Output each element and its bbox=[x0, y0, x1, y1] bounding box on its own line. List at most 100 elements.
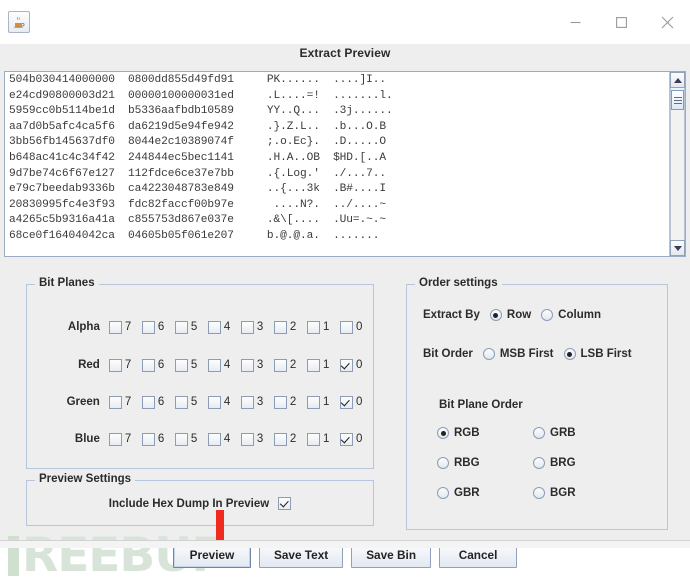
radio-label: RBG bbox=[454, 457, 480, 469]
checkbox-blue-bit-5[interactable] bbox=[174, 432, 188, 446]
maximize-icon[interactable] bbox=[598, 0, 644, 44]
checkbox-green-bit-6[interactable] bbox=[141, 395, 155, 409]
bit-number-label: 4 bbox=[223, 359, 231, 371]
close-icon[interactable] bbox=[644, 0, 690, 44]
checkbox-green-bit-5[interactable] bbox=[174, 395, 188, 409]
checkbox-red-bit-4[interactable] bbox=[207, 358, 221, 372]
checkbox-alpha-bit-5[interactable] bbox=[174, 320, 188, 334]
window-title-bar bbox=[0, 0, 690, 45]
preview-settings-group: Preview Settings Include Hex Dump In Pre… bbox=[26, 473, 374, 526]
hex-dump-line: 504b030414000000 0800dd855d49fd91 PK....… bbox=[9, 74, 386, 86]
radio-indicator bbox=[437, 427, 449, 439]
radio-bit-plane-order-rgb[interactable]: RGB bbox=[437, 427, 480, 439]
radio-indicator bbox=[563, 348, 576, 360]
bit-number-label: 6 bbox=[157, 396, 165, 408]
bit-plane-cell: 6 bbox=[141, 432, 175, 446]
hex-dump-line: b648ac41c4c34f42 244844ec5bec1141 .H.A..… bbox=[9, 151, 386, 164]
bit-number-label: 0 bbox=[355, 321, 363, 333]
bit-order-label: Bit Order bbox=[423, 348, 473, 360]
bit-plane-cell: 1 bbox=[306, 358, 340, 372]
extract-by-row: Extract By Row Column bbox=[423, 309, 601, 321]
bit-number-label: 1 bbox=[322, 359, 330, 371]
bit-plane-cell: 2 bbox=[273, 358, 307, 372]
checkbox-red-bit-2[interactable] bbox=[273, 358, 287, 372]
bit-plane-cell: 5 bbox=[174, 395, 208, 409]
bit-number-label: 0 bbox=[355, 433, 363, 445]
order-settings-group-title: Order settings bbox=[415, 277, 502, 289]
checkbox-red-bit-7[interactable] bbox=[108, 358, 122, 372]
bit-plane-row-label: Green bbox=[66, 396, 100, 408]
radio-indicator bbox=[437, 487, 449, 499]
bit-plane-cell: 5 bbox=[174, 432, 208, 446]
scrollbar-track[interactable] bbox=[670, 88, 685, 256]
minimize-icon[interactable] bbox=[552, 0, 598, 44]
checkbox-alpha-bit-1[interactable] bbox=[306, 320, 320, 334]
extract-preview-dialog: Extract Preview 504b030414000000 0800dd8… bbox=[0, 44, 690, 579]
checkbox-blue-bit-6[interactable] bbox=[141, 432, 155, 446]
bit-plane-cell: 0 bbox=[339, 358, 373, 372]
checkbox-alpha-bit-3[interactable] bbox=[240, 320, 254, 334]
checkbox-alpha-bit-2[interactable] bbox=[273, 320, 287, 334]
include-hex-dump-checkbox[interactable] bbox=[278, 497, 292, 510]
bit-number-label: 3 bbox=[256, 433, 264, 445]
bit-number-label: 2 bbox=[289, 396, 297, 408]
radio-bit-plane-order-grb[interactable]: GRB bbox=[533, 427, 576, 439]
scrollbar-thumb[interactable] bbox=[671, 90, 684, 110]
radio-bit-order-msb-first[interactable]: MSB First bbox=[482, 348, 554, 360]
checkbox-green-bit-4[interactable] bbox=[207, 395, 221, 409]
scroll-down-icon[interactable] bbox=[670, 240, 685, 256]
hex-dump-line: 5959cc0b5114be1d b5336aafbdb10589 YY..Q.… bbox=[9, 105, 393, 118]
bit-plane-cell: 6 bbox=[141, 395, 175, 409]
checkbox-green-bit-1[interactable] bbox=[306, 395, 320, 409]
bit-number-label: 3 bbox=[256, 321, 264, 333]
checkbox-red-bit-6[interactable] bbox=[141, 358, 155, 372]
bit-plane-cell: 4 bbox=[207, 395, 241, 409]
radio-bit-plane-order-brg[interactable]: BRG bbox=[533, 457, 576, 469]
radio-bit-order-lsb-first[interactable]: LSB First bbox=[563, 348, 632, 360]
checkbox-blue-bit-3[interactable] bbox=[240, 432, 254, 446]
checkbox-blue-bit-2[interactable] bbox=[273, 432, 287, 446]
hex-dump-scrollbar[interactable] bbox=[669, 72, 685, 256]
bit-plane-row-alpha: Alpha 7 6 5 4 3 2 1 0 bbox=[27, 317, 373, 337]
bit-plane-cell: 3 bbox=[240, 395, 274, 409]
radio-label: Column bbox=[558, 309, 601, 321]
hex-dump-text[interactable]: 504b030414000000 0800dd855d49fd91 PK....… bbox=[5, 72, 669, 256]
hex-dump-line: 9d7be74c6f67e127 112fdce6ce37e7bb .{.Log… bbox=[9, 167, 386, 180]
bit-plane-row-red: Red 7 6 5 4 3 2 1 0 bbox=[27, 355, 373, 375]
checkbox-blue-bit-0[interactable] bbox=[339, 432, 353, 446]
checkbox-alpha-bit-6[interactable] bbox=[141, 320, 155, 334]
checkbox-blue-bit-7[interactable] bbox=[108, 432, 122, 446]
bit-plane-cell: 4 bbox=[207, 358, 241, 372]
checkbox-green-bit-0[interactable] bbox=[339, 395, 353, 409]
radio-indicator bbox=[533, 427, 545, 439]
bit-plane-row-label: Red bbox=[78, 359, 100, 371]
radio-extract-by-column[interactable]: Column bbox=[541, 309, 601, 321]
bit-number-label: 6 bbox=[157, 321, 165, 333]
radio-label: RGB bbox=[454, 427, 480, 439]
checkbox-red-bit-5[interactable] bbox=[174, 358, 188, 372]
checkbox-green-bit-2[interactable] bbox=[273, 395, 287, 409]
checkbox-green-bit-7[interactable] bbox=[108, 395, 122, 409]
radio-extract-by-row[interactable]: Row bbox=[489, 309, 531, 321]
checkbox-red-bit-3[interactable] bbox=[240, 358, 254, 372]
checkbox-green-bit-3[interactable] bbox=[240, 395, 254, 409]
checkbox-alpha-bit-7[interactable] bbox=[108, 320, 122, 334]
radio-label: GBR bbox=[454, 487, 480, 499]
bit-number-label: 6 bbox=[157, 359, 165, 371]
checkbox-alpha-bit-4[interactable] bbox=[207, 320, 221, 334]
scroll-up-icon[interactable] bbox=[670, 72, 685, 88]
radio-bit-plane-order-rbg[interactable]: RBG bbox=[437, 457, 480, 469]
checkbox-alpha-bit-0[interactable] bbox=[339, 320, 353, 334]
radio-indicator bbox=[541, 309, 554, 321]
bit-plane-cell: 4 bbox=[207, 320, 241, 334]
radio-indicator bbox=[533, 487, 545, 499]
java-coffee-cup-icon bbox=[8, 11, 30, 33]
checkbox-blue-bit-1[interactable] bbox=[306, 432, 320, 446]
checkbox-blue-bit-4[interactable] bbox=[207, 432, 221, 446]
radio-indicator bbox=[482, 348, 495, 360]
bit-plane-cell: 0 bbox=[339, 432, 373, 446]
checkbox-red-bit-0[interactable] bbox=[339, 358, 353, 372]
radio-bit-plane-order-bgr[interactable]: BGR bbox=[533, 487, 576, 499]
radio-bit-plane-order-gbr[interactable]: GBR bbox=[437, 487, 480, 499]
checkbox-red-bit-1[interactable] bbox=[306, 358, 320, 372]
